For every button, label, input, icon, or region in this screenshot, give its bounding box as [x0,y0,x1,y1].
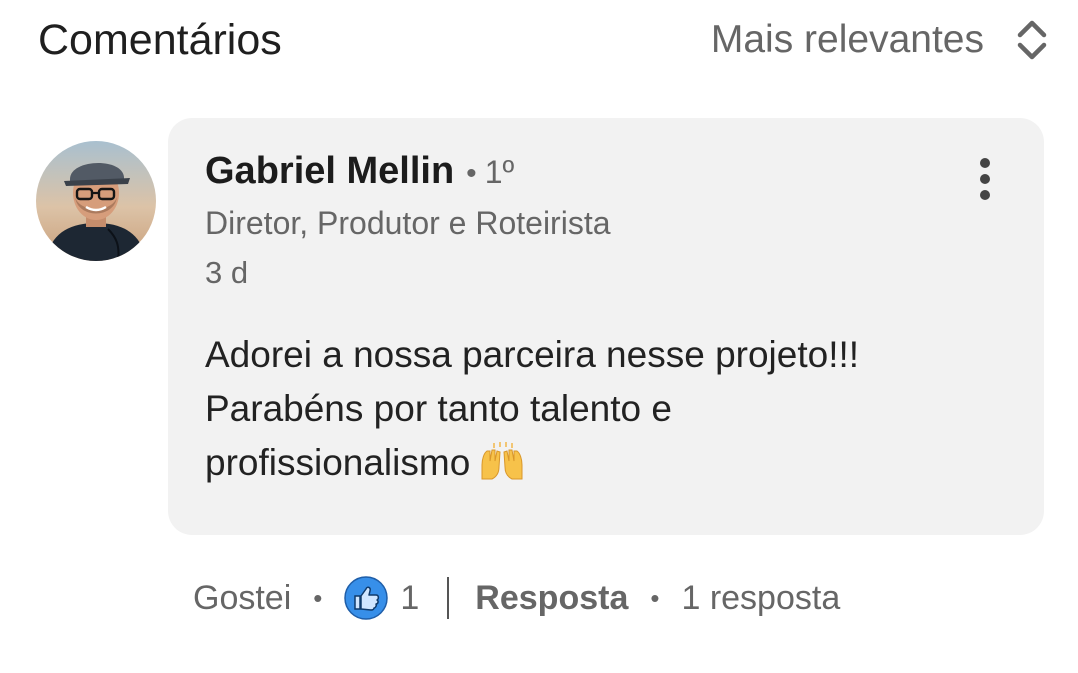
like-thumbs-up-icon[interactable] [344,576,389,620]
comment-actions: Gostei • 1 Resposta • 1 resposta [193,575,840,621]
comment-text-line: Parabéns por tanto talento e [205,388,672,429]
actions-divider [447,577,450,619]
comment-text-line: profissionalismo [205,442,471,483]
sort-updown-icon [1016,18,1048,62]
comments-section: Comentários Mais relevantes Gabriel Mell… [0,0,1078,673]
connection-degree: 1º [484,154,515,190]
like-button[interactable]: Gostei [193,579,291,618]
comment-bubble: Gabriel Mellin • 1º Diretor, Produtor e … [168,118,1044,535]
author-row: Gabriel Mellin • 1º [205,150,514,193]
action-separator: • [313,582,323,613]
author-headline: Diretor, Produtor e Roteirista [205,205,611,241]
comment-text-line: Adorei a nossa parceira nesse projeto!!! [205,334,860,375]
author-avatar[interactable] [36,141,156,261]
sort-label: Mais relevantes [710,18,984,61]
avatar-photo-icon [36,141,156,261]
comment-timestamp: 3 d [205,255,249,290]
action-separator: • [650,582,660,613]
author-name[interactable]: Gabriel Mellin [205,150,454,193]
raising-hands-emoji-icon [478,441,526,496]
more-vertical-icon [980,158,990,200]
replies-count-link[interactable]: 1 resposta [681,579,840,618]
more-options-button[interactable] [968,154,1002,204]
comment-text-line-last: profissionalismo [205,436,1005,496]
comment-text: Adorei a nossa parceira nesse projeto!!!… [205,328,1005,496]
sort-dropdown[interactable]: Mais relevantes [711,14,1048,66]
reply-button[interactable]: Resposta [475,579,628,618]
comments-title: Comentários [38,16,282,64]
reaction-count[interactable]: 1 [400,579,419,618]
author-separator: • [466,157,477,190]
